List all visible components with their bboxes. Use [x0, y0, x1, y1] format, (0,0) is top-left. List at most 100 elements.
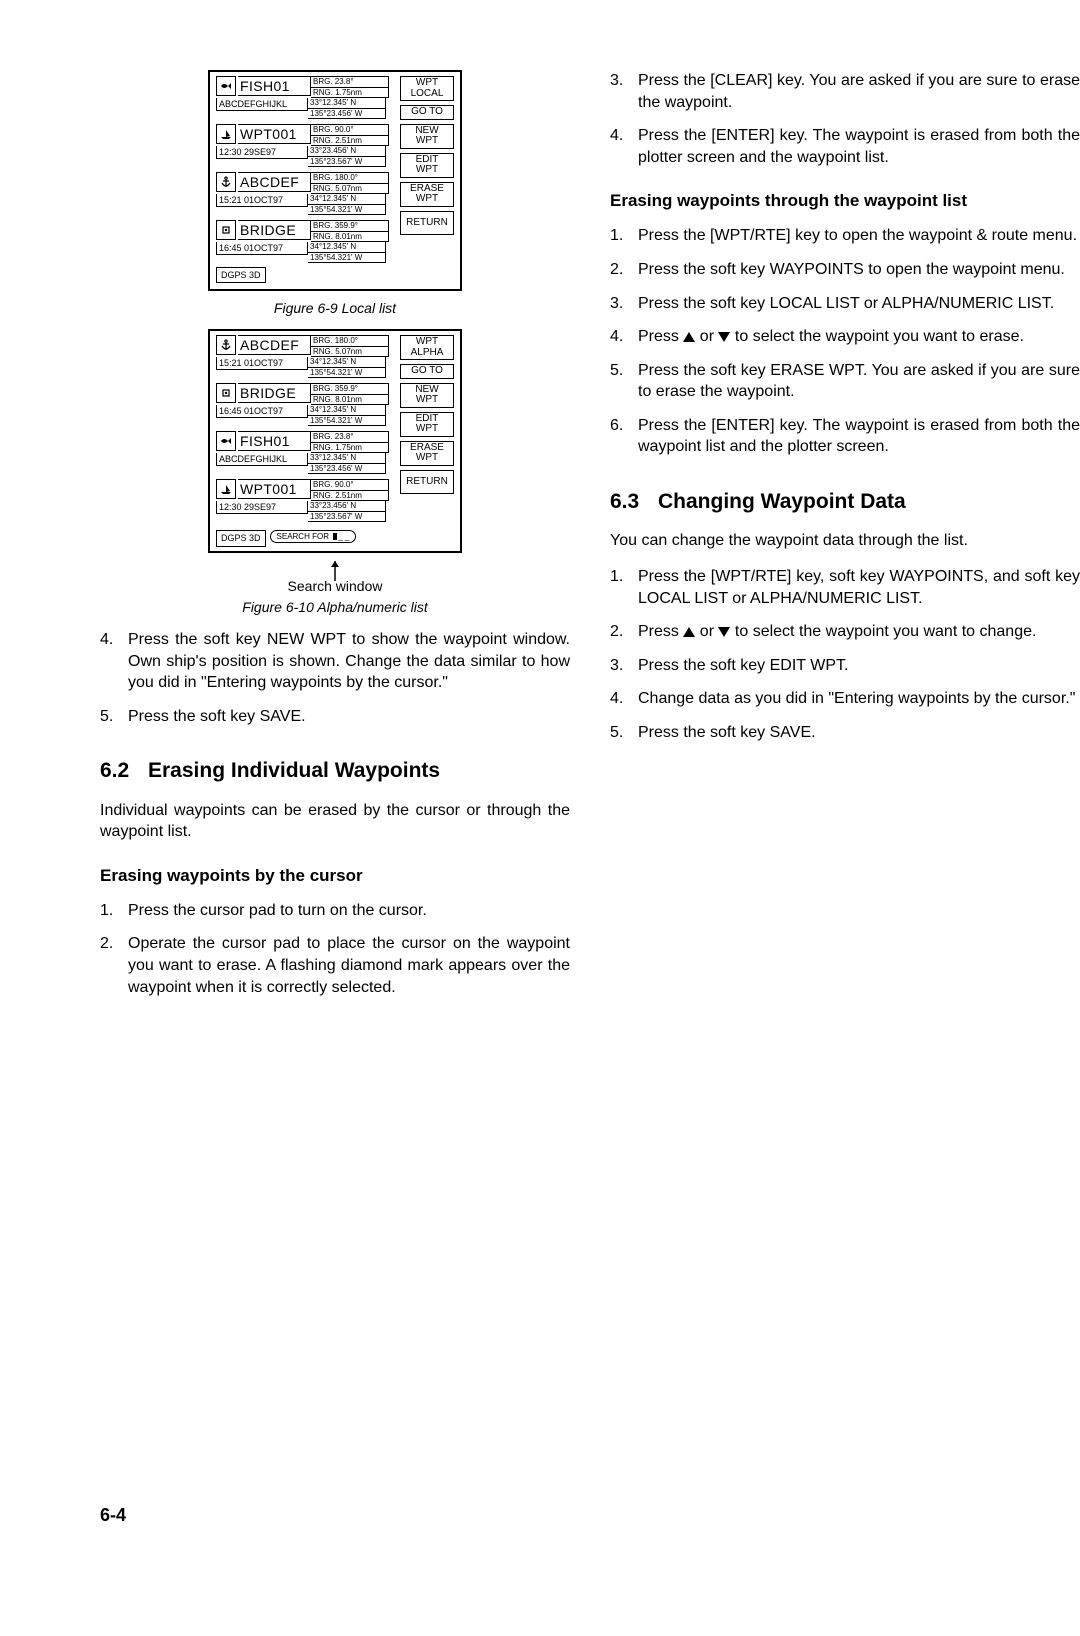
bearing: BRG. 90.0° [311, 479, 389, 491]
softkey[interactable]: WPTALPHA [400, 335, 454, 360]
range: RNG. 2.51nm [311, 136, 389, 147]
longitude: 135°23.456' W [308, 464, 386, 475]
longitude: 135°54.321' W [308, 205, 386, 216]
waypoint-name: FISH01 [238, 431, 311, 451]
step-item: Change data as you did in "Entering wayp… [610, 688, 1080, 710]
range: RNG. 1.75nm [311, 88, 389, 99]
anchor-icon [216, 335, 236, 355]
search-window-callout: Search window [100, 561, 570, 594]
waypoint-entry[interactable]: WPT001BRG. 90.0°RNG. 2.51nm12:30 29SE973… [216, 479, 394, 522]
page-number: 6-4 [100, 1505, 126, 1526]
up-arrow-icon [683, 332, 695, 342]
step-item: Press the soft key LOCAL LIST or ALPHA/N… [610, 293, 1080, 315]
bearing: BRG. 359.9° [311, 220, 389, 232]
waypoint-entry[interactable]: BRIDGEBRG. 359.9°RNG. 8.01nm16:45 01OCT9… [216, 383, 394, 426]
section-6-2-intro: Individual waypoints can be erased by th… [100, 800, 570, 843]
waypoint-entry[interactable]: WPT001BRG. 90.0°RNG. 2.51nm12:30 29SE973… [216, 124, 394, 167]
step-item: Press or to select the waypoint you want… [610, 621, 1080, 643]
step-item: Operate the cursor pad to place the curs… [100, 933, 570, 998]
step-item: Press the [CLEAR] key. You are asked if … [610, 70, 1080, 113]
latitude: 34°12.345' N [308, 194, 386, 205]
waypoint-sub: 12:30 29SE97 [216, 146, 308, 159]
waypoint-sub: ABCDEFGHIJKL [216, 98, 308, 111]
bearing: BRG. 359.9° [311, 383, 389, 395]
latitude: 33°23.456' N [308, 501, 386, 512]
waypoint-entry[interactable]: FISH01BRG. 23.8°RNG. 1.75nmABCDEFGHIJKL3… [216, 431, 394, 474]
longitude: 135°23.567' W [308, 157, 386, 168]
bearing: BRG. 180.0° [311, 335, 389, 347]
down-arrow-icon [718, 332, 730, 342]
step-item: Press the [ENTER] key. The waypoint is e… [610, 125, 1080, 168]
waypoint-name: BRIDGE [238, 383, 311, 403]
latitude: 34°12.345' N [308, 405, 386, 416]
up-arrow-icon [683, 627, 695, 637]
range: RNG. 5.07nm [311, 184, 389, 195]
longitude: 135°54.321' W [308, 253, 386, 264]
waypoint-entry[interactable]: BRIDGEBRG. 359.9°RNG. 8.01nm16:45 01OCT9… [216, 220, 394, 263]
waypoint-name: ABCDEF [238, 335, 311, 355]
softkey[interactable]: NEWWPT [400, 383, 454, 408]
latitude: 33°23.456' N [308, 146, 386, 157]
boat-icon [216, 124, 236, 144]
subheading-erase-cursor: Erasing waypoints by the cursor [100, 865, 570, 888]
boat-icon [216, 479, 236, 499]
square-icon [216, 220, 236, 240]
latitude: 34°12.345' N [308, 357, 386, 368]
longitude: 135°23.567' W [308, 512, 386, 523]
latitude: 34°12.345' N [308, 242, 386, 253]
waypoint-name: BRIDGE [238, 220, 311, 240]
bearing: BRG. 23.8° [311, 76, 389, 88]
softkey[interactable]: RETURN [400, 470, 454, 495]
bearing: BRG. 23.8° [311, 431, 389, 443]
down-arrow-icon [718, 627, 730, 637]
fish-icon [216, 431, 236, 451]
waypoint-entry[interactable]: ABCDEFBRG. 180.0°RNG. 5.07nm15:21 01OCT9… [216, 335, 394, 378]
section-6-3-heading: 6.3Changing Waypoint Data [610, 488, 1080, 516]
waypoint-name: WPT001 [238, 479, 311, 499]
waypoint-sub: 12:30 29SE97 [216, 501, 308, 514]
step-item: Press the soft key ERASE WPT. You are as… [610, 360, 1080, 403]
range: RNG. 2.51nm [311, 491, 389, 502]
softkey[interactable]: NEWWPT [400, 124, 454, 149]
softkey[interactable]: ERASEWPT [400, 441, 454, 466]
step-item: Press the soft key SAVE. [100, 706, 570, 728]
waypoint-entry[interactable]: FISH01BRG. 23.8°RNG. 1.75nmABCDEFGHIJKL3… [216, 76, 394, 119]
waypoint-sub: ABCDEFGHIJKL [216, 453, 308, 466]
step-item: Press or to select the waypoint you want… [610, 326, 1080, 348]
local-list-figure: FISH01BRG. 23.8°RNG. 1.75nmABCDEFGHIJKL3… [208, 70, 462, 291]
step-item: Press the soft key WAYPOINTS to open the… [610, 259, 1080, 281]
bearing: BRG. 180.0° [311, 172, 389, 184]
status-indicator: DGPS 3D [216, 267, 266, 283]
softkey[interactable]: EDITWPT [400, 153, 454, 178]
longitude: 135°54.321' W [308, 416, 386, 427]
range: RNG. 8.01nm [311, 232, 389, 243]
section-6-2-heading: 6.2Erasing Individual Waypoints [100, 757, 570, 785]
longitude: 135°23.456' W [308, 109, 386, 120]
waypoint-sub: 16:45 01OCT97 [216, 405, 308, 418]
waypoint-sub: 15:21 01OCT97 [216, 194, 308, 207]
status-indicator: DGPS 3D [216, 530, 266, 546]
waypoint-entry[interactable]: ABCDEFBRG. 180.0°RNG. 5.07nm15:21 01OCT9… [216, 172, 394, 215]
search-window[interactable]: SEARCH FOR _ _ [270, 530, 357, 543]
range: RNG. 1.75nm [311, 443, 389, 454]
step-item: Press the [WPT/RTE] key, soft key WAYPOI… [610, 566, 1080, 609]
figure-caption: Figure 6-10 Alpha/numeric list [100, 598, 570, 617]
latitude: 33°12.345' N [308, 453, 386, 464]
softkey[interactable]: WPTLOCAL [400, 76, 454, 101]
section-6-3-intro: You can change the waypoint data through… [610, 530, 1080, 552]
softkey[interactable]: GO TO [400, 364, 454, 379]
softkey[interactable]: GO TO [400, 105, 454, 120]
step-item: Press the soft key NEW WPT to show the w… [100, 629, 570, 694]
softkey[interactable]: RETURN [400, 211, 454, 236]
step-item: Press the cursor pad to turn on the curs… [100, 900, 570, 922]
subheading-erase-list: Erasing waypoints through the waypoint l… [610, 190, 1080, 213]
softkey[interactable]: ERASEWPT [400, 182, 454, 207]
range: RNG. 5.07nm [311, 347, 389, 358]
step-item: Press the [ENTER] key. The waypoint is e… [610, 415, 1080, 458]
waypoint-sub: 16:45 01OCT97 [216, 242, 308, 255]
fish-icon [216, 76, 236, 96]
square-icon [216, 383, 236, 403]
waypoint-name: ABCDEF [238, 172, 311, 192]
longitude: 135°54.321' W [308, 368, 386, 379]
softkey[interactable]: EDITWPT [400, 412, 454, 437]
